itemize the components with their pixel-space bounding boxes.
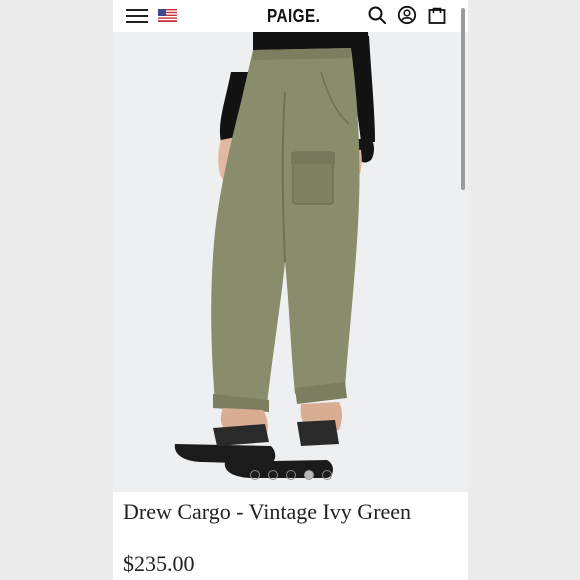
brand-logo[interactable]: PAIGE. bbox=[267, 6, 320, 27]
scrollbar[interactable] bbox=[461, 8, 465, 190]
carousel-dot[interactable] bbox=[285, 470, 296, 480]
image-carousel-dots bbox=[113, 470, 468, 484]
mobile-page: PAIGE. Drew Cargo - Vintage Ivy Green $2… bbox=[113, 0, 468, 580]
carousel-dot[interactable] bbox=[267, 470, 278, 480]
hamburger-menu-icon[interactable] bbox=[126, 8, 148, 24]
product-title: Drew Cargo - Vintage Ivy Green bbox=[123, 499, 412, 524]
account-icon[interactable] bbox=[397, 5, 417, 25]
carousel-dot[interactable] bbox=[249, 470, 260, 480]
us-flag-icon[interactable] bbox=[158, 9, 177, 22]
product-photo-illustration bbox=[113, 32, 468, 492]
left-margin bbox=[0, 0, 113, 580]
site-header: PAIGE. bbox=[113, 0, 468, 32]
carousel-dot-active[interactable] bbox=[303, 470, 314, 480]
right-margin bbox=[468, 0, 580, 580]
carousel-dot[interactable] bbox=[321, 470, 332, 480]
shopping-bag-icon[interactable] bbox=[427, 5, 447, 25]
product-image[interactable] bbox=[113, 32, 468, 492]
search-icon[interactable] bbox=[367, 5, 387, 25]
product-price: $235.00 bbox=[123, 551, 195, 576]
